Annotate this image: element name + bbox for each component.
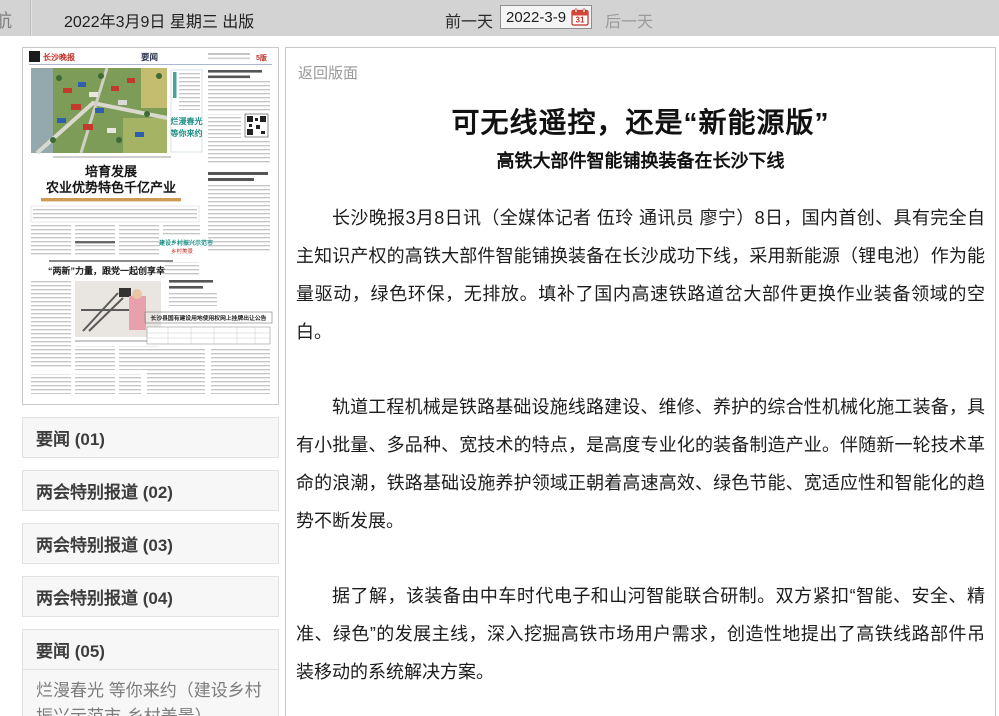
thumb-section-name: 要闻	[141, 52, 158, 62]
sidebar-section-03[interactable]: 两会特别报道 (03)	[22, 523, 279, 564]
aerial-photo	[31, 68, 167, 153]
masthead-logo	[29, 51, 40, 62]
sidebar-section-02[interactable]: 两会特别报道 (02)	[22, 470, 279, 511]
top-toolbar: 航 2022年3月9日 星期三 出版 前一天 31 后一天	[0, 0, 999, 36]
nav-partial-label[interactable]: 航	[0, 7, 12, 33]
paragraph-2: 轨道工程机械是铁路基础设施线路建设、维修、养护的综合性机械化施工装备，具有小批量…	[296, 388, 985, 540]
previous-day-link[interactable]: 前一天	[445, 8, 493, 32]
teal-feature-box: 烂漫春光 等你来约	[170, 70, 203, 152]
toolbar-divider	[30, 0, 32, 36]
calendar-icon[interactable]: 31	[571, 8, 589, 26]
sidebar-section-05-group: 要闻 (05) 烂漫春光 等你来约（建设乡村振兴示范市·乡村美景） 培育发展农业…	[22, 629, 279, 716]
paragraph-3: 据了解，该装备由中车时代电子和山河智能联合研制。双方紧扣“智能、安全、精准、绿色…	[296, 577, 985, 691]
thumb-headline1-line1: 培育发展	[85, 164, 138, 179]
masthead-title: 长沙晚报	[43, 52, 75, 62]
svg-text:31: 31	[576, 16, 585, 25]
sidebar: 长沙晚报 要闻 5版	[22, 47, 279, 716]
qr-code	[245, 114, 268, 137]
article-link-1[interactable]: 烂漫春光 等你来约（建设乡村振兴示范市·乡村美景）	[23, 669, 278, 716]
epaper-reader-window: 航 2022年3月9日 星期三 出版 前一天 31 后一天	[0, 0, 999, 716]
page-thumbnail[interactable]: 长沙晚报 要闻 5版	[22, 47, 279, 405]
article-subtitle: 高铁大部件智能铺换装备在长沙下线	[296, 147, 985, 173]
sidebar-section-05[interactable]: 要闻 (05)	[23, 630, 278, 669]
sidebar-section-01[interactable]: 要闻 (01)	[22, 417, 279, 458]
article-panel: 返回版面 可无线遥控，还是“新能源版” 高铁大部件智能铺换装备在长沙下线 长沙晚…	[285, 47, 996, 716]
svg-text:烂漫春光: 烂漫春光	[171, 116, 203, 126]
sidebar-section-04[interactable]: 两会特别报道 (04)	[22, 576, 279, 617]
publish-date-label: 2022年3月9日 星期三 出版	[64, 8, 254, 32]
date-picker: 31	[500, 5, 592, 29]
thumb-page-number: 5版	[256, 53, 267, 62]
thumb-teal-logo-sub: 乡村美景	[171, 247, 194, 255]
article-title: 可无线遥控，还是“新能源版”	[296, 101, 985, 141]
paragraph-1: 长沙晚报3月8日讯（全媒体记者 伍玲 通讯员 廖宁）8日，国内首创、具有完全自主…	[296, 199, 985, 351]
right-column	[208, 70, 270, 253]
thumb-headline2: “两新”力量，跟党一起创享幸福	[48, 265, 174, 276]
article-body: 长沙晚报3月8日讯（全媒体记者 伍玲 通讯员 廖宁）8日，国内首创、具有完全自主…	[296, 199, 985, 716]
notice-block: 长沙县国有建设用地使用权网上挂牌出让公告	[145, 312, 272, 394]
svg-text:长沙县国有建设用地使用权网上挂牌出让公告: 长沙县国有建设用地使用权网上挂牌出让公告	[151, 314, 267, 322]
next-day-link[interactable]: 后一天	[605, 8, 653, 32]
thumb-teal-logo: 建设乡村振兴示范市	[159, 239, 213, 247]
back-to-page-link[interactable]: 返回版面	[298, 62, 358, 83]
thumb-headline1-line2: 农业优势特色千亿产业	[45, 180, 176, 195]
svg-text:等你来约: 等你来约	[170, 128, 203, 138]
